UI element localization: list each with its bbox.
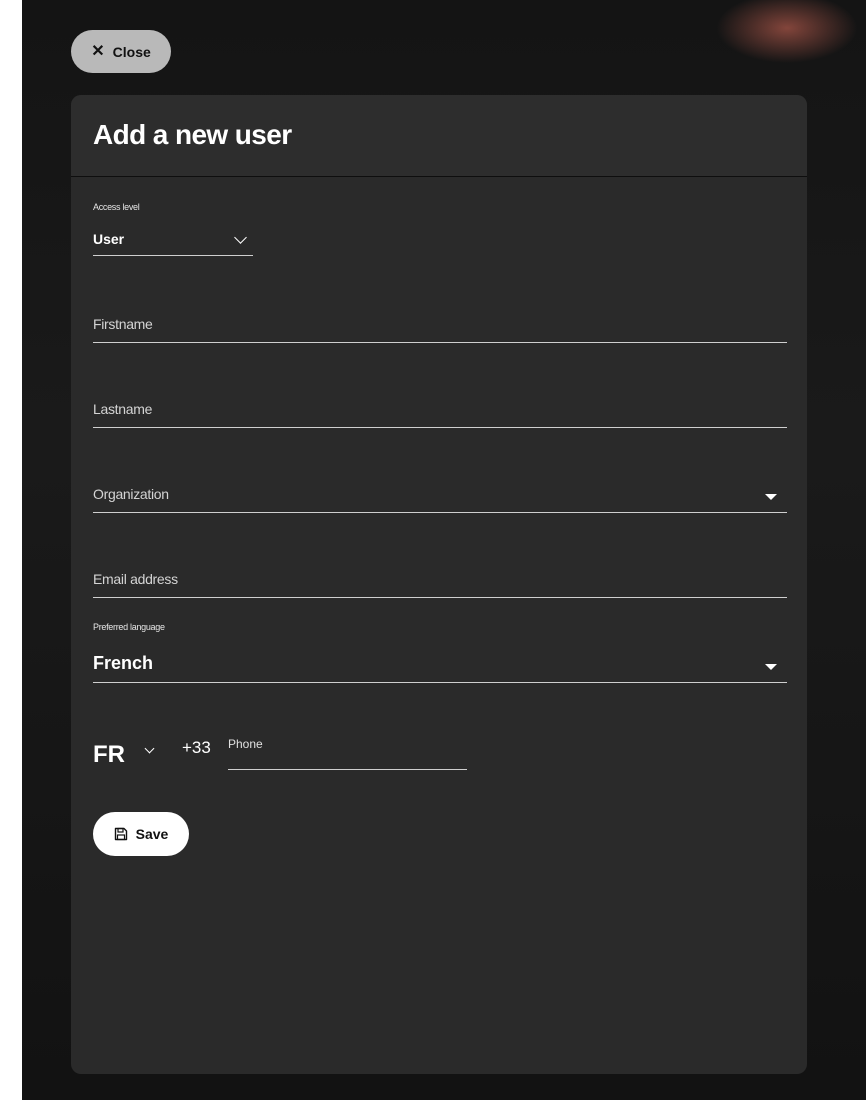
chevron-down-icon: [234, 231, 247, 244]
lastname-field[interactable]: Lastname: [93, 393, 787, 428]
caret-down-icon: [765, 494, 777, 500]
access-level-label: Access level: [93, 202, 140, 212]
access-level-value: User: [93, 231, 125, 247]
firstname-field[interactable]: Firstname: [93, 308, 787, 343]
preferred-language-select[interactable]: French: [93, 648, 787, 683]
chevron-down-icon: [144, 743, 155, 754]
save-button-label: Save: [135, 826, 169, 842]
save-icon: [114, 827, 127, 841]
email-field[interactable]: Email address: [93, 563, 787, 598]
page-title: Add a new user: [93, 119, 292, 150]
caret-down-icon: [765, 664, 777, 670]
firstname-placeholder: Firstname: [93, 316, 153, 332]
email-placeholder: Email address: [93, 571, 178, 587]
add-user-panel: Add a new user Access level User Firstna…: [71, 95, 807, 1074]
close-button-label: Close: [112, 43, 151, 60]
close-icon: ✕: [91, 42, 105, 60]
close-button[interactable]: ✕ Close: [71, 30, 171, 73]
save-button[interactable]: Save: [93, 812, 189, 856]
phone-placeholder: Phone: [228, 737, 263, 751]
lastname-placeholder: Lastname: [93, 401, 153, 417]
preferred-language-value: French: [93, 653, 154, 673]
dial-code: +33: [182, 738, 211, 757]
organization-select[interactable]: Organization: [93, 478, 787, 513]
access-level-select[interactable]: User: [93, 227, 253, 256]
phone-field[interactable]: Phone: [228, 735, 467, 770]
preferred-language-label: Preferred language: [93, 622, 165, 632]
organization-placeholder: Organization: [93, 486, 169, 502]
country-code-select[interactable]: FR: [93, 735, 165, 775]
country-code-value: FR: [93, 741, 125, 768]
